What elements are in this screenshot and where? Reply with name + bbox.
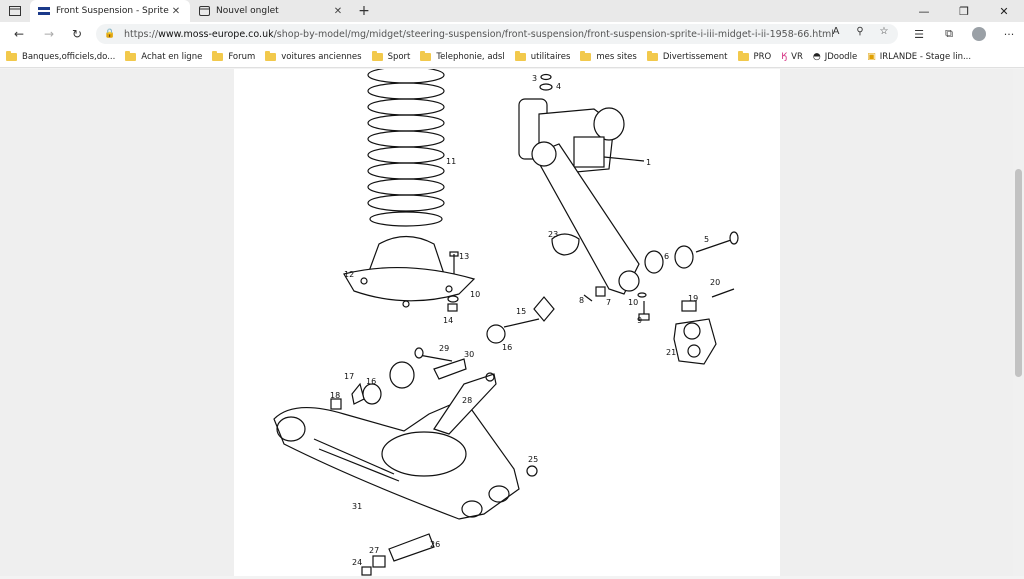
part-label-21: 21 [666, 348, 676, 357]
part-label-10-left: 10 [470, 290, 480, 299]
part-label-3: 3 [532, 74, 537, 83]
part-label-28: 28 [462, 396, 472, 405]
folder-icon [265, 50, 277, 61]
part-label-24: 24 [352, 558, 362, 567]
reload-button[interactable]: ↻ [62, 22, 92, 46]
close-window-icon[interactable]: ✕ [984, 0, 1024, 22]
part-label-30: 30 [464, 350, 474, 359]
part-label-31: 31 [352, 502, 362, 511]
restore-icon[interactable]: ❐ [944, 0, 984, 22]
bookmark-voitures-anciennes[interactable]: voitures anciennes [265, 50, 362, 62]
tab-front-suspension[interactable]: Front Suspension - Sprite I-III & ✕ [30, 0, 190, 22]
bookmarks-bar: Banques,officiels,do... Achat en ligne F… [0, 46, 1024, 68]
part-label-19: 19 [688, 294, 698, 303]
navigation-toolbar: ← → ↻ 🔒 https://www.moss-europe.co.uk/sh… [0, 22, 1024, 46]
bookmark-banques[interactable]: Banques,officiels,do... [6, 50, 115, 62]
read-aloud-icon[interactable]: A [828, 26, 844, 37]
folder-icon [212, 50, 224, 61]
bookmark-divertissement[interactable]: Divertissement [646, 50, 728, 62]
new-tab-button[interactable]: + [352, 0, 376, 22]
folder-icon [737, 50, 749, 61]
front-suspension-diagram: 3 4 1 11 12 13 10 14 23 5 6 20 19 7 8 10… [273, 66, 739, 576]
tab-actions-button[interactable] [0, 0, 30, 22]
part-label-25: 25 [528, 455, 538, 464]
part-label-26: 26 [430, 540, 440, 549]
bookmark-vr[interactable]: Ӄ VR [781, 52, 803, 62]
part-label-29: 29 [439, 344, 449, 353]
part-label-27: 27 [369, 546, 379, 555]
favorites-icon[interactable]: ☰ [904, 24, 934, 44]
zoom-icon[interactable]: ⚲ [852, 26, 868, 37]
irlande-icon: ▣ [867, 51, 876, 62]
tab-close-icon[interactable]: ✕ [170, 6, 182, 17]
part-label-17: 17 [344, 372, 354, 381]
forward-button[interactable]: → [34, 22, 64, 46]
bookmark-telephonie[interactable]: Telephonie, adsl [420, 50, 505, 62]
folder-icon [125, 50, 137, 61]
lower-wishbone-part [273, 398, 520, 520]
part-label-20: 20 [710, 278, 720, 287]
part-label-10-right: 10 [628, 298, 638, 307]
add-favorite-icon[interactable]: ☆ [876, 26, 892, 37]
damper-body-part [518, 98, 640, 295]
bookmark-utilitaires[interactable]: utilitaires [514, 50, 570, 62]
part-label-13: 13 [459, 252, 469, 261]
folder-icon [420, 50, 432, 61]
bookmark-mes-sites[interactable]: mes sites [580, 50, 637, 62]
part-label-23: 23 [548, 230, 558, 239]
tab-title: Nouvel onglet [216, 6, 279, 16]
bookmark-irlande[interactable]: ▣ IRLANDE - Stage lin... [867, 52, 971, 62]
tab-title: Front Suspension - Sprite I-III & [56, 6, 170, 16]
part-label-18: 18 [330, 391, 340, 400]
folder-icon [646, 50, 658, 61]
back-button[interactable]: ← [4, 22, 34, 46]
part-label-16-left: 16 [366, 377, 376, 386]
part-label-5: 5 [704, 235, 709, 244]
vr-icon: Ӄ [781, 51, 788, 62]
tab-close-icon[interactable]: ✕ [332, 6, 344, 17]
bookmark-achat-en-ligne[interactable]: Achat en ligne [125, 50, 202, 62]
part-label-15: 15 [516, 307, 526, 316]
bookmark-sport[interactable]: Sport [371, 50, 410, 62]
minimize-icon[interactable]: — [904, 0, 944, 22]
part-label-7: 7 [606, 298, 611, 307]
window-controls: — ❐ ✕ [904, 0, 1024, 22]
folder-icon [580, 50, 592, 61]
part-label-8: 8 [579, 296, 584, 305]
bookmark-jdoodle[interactable]: ◓ JDoodle [813, 52, 857, 62]
page-viewport: 3 4 1 11 12 13 10 14 23 5 6 20 19 7 8 10… [0, 66, 1024, 576]
address-url[interactable]: https://www.moss-europe.co.uk/shop-by-mo… [124, 29, 834, 40]
bookmark-forum[interactable]: Forum [212, 50, 255, 62]
coil-spring-part [367, 66, 445, 227]
lock-icon[interactable]: 🔒 [104, 29, 118, 39]
part-label-9: 9 [637, 316, 642, 325]
folder-icon [6, 50, 17, 61]
part-label-1: 1 [646, 158, 651, 167]
moss-favicon-icon [38, 5, 50, 17]
settings-menu-icon[interactable]: ··· [994, 24, 1024, 44]
part-label-16-right: 16 [502, 343, 512, 352]
collections-icon[interactable]: ⧉ [934, 24, 964, 44]
part-label-4: 4 [556, 82, 561, 91]
tab-strip: Front Suspension - Sprite I-III & ✕ Nouv… [0, 0, 1024, 22]
folder-icon [371, 50, 383, 61]
tab-actions-icon [9, 6, 21, 16]
bookmark-pro[interactable]: PRO [737, 50, 771, 62]
tab-new-tab[interactable]: Nouvel onglet ✕ [190, 0, 352, 22]
address-bar[interactable]: 🔒 https://www.moss-europe.co.uk/shop-by-… [96, 24, 898, 44]
part-label-6: 6 [664, 252, 669, 261]
part-label-14: 14 [443, 316, 453, 325]
scrollbar-thumb[interactable] [1015, 169, 1022, 377]
part-label-11: 11 [446, 157, 456, 166]
new-tab-icon [198, 5, 210, 17]
part-label-12: 12 [344, 270, 354, 279]
jdoodle-icon: ◓ [812, 51, 821, 62]
diagram-page: 3 4 1 11 12 13 10 14 23 5 6 20 19 7 8 10… [234, 66, 780, 576]
page-scrollbar[interactable] [1013, 69, 1024, 576]
profile-avatar[interactable] [972, 27, 986, 41]
folder-icon [514, 50, 526, 61]
